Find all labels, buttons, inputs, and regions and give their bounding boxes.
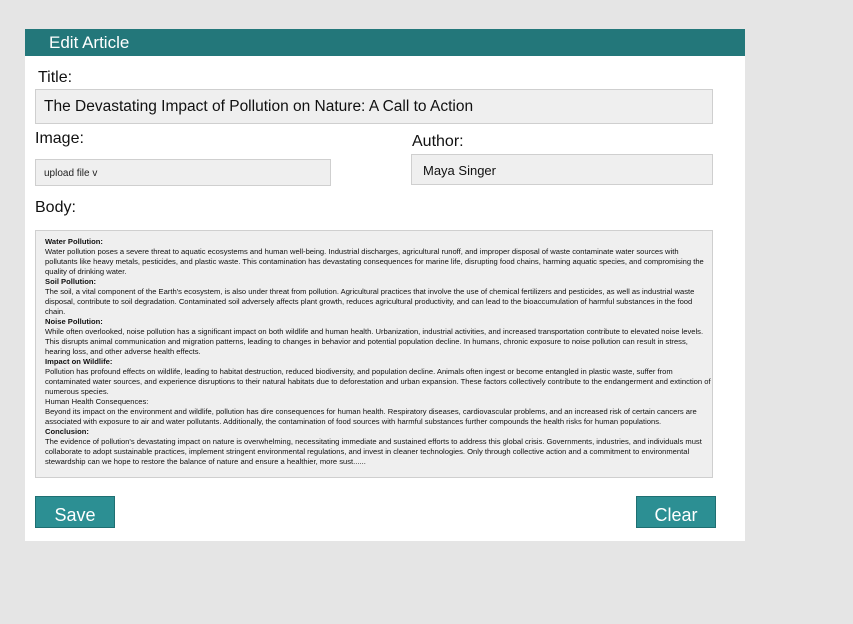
body-section-heading: Noise Pollution:: [45, 317, 103, 326]
author-input-value: Maya Singer: [423, 163, 496, 178]
body-section-text: The soil, a vital component of the Earth…: [45, 287, 695, 316]
title-input-value: The Devastating Impact of Pollution on N…: [44, 98, 474, 115]
image-upload-value: upload file v: [44, 168, 98, 179]
body-section-text: The evidence of pollution's devastating …: [45, 437, 702, 466]
panel-title: Edit Article: [49, 33, 130, 52]
author-input[interactable]: Maya Singer: [411, 154, 713, 185]
clear-button[interactable]: Clear: [636, 496, 716, 528]
image-label: Image:: [35, 130, 84, 147]
body-section-text: While often overlooked, noise pollution …: [45, 327, 704, 356]
body-section-text: Beyond its impact on the environment and…: [45, 407, 697, 426]
body-label: Body:: [35, 199, 76, 216]
author-label: Author:: [412, 133, 464, 150]
save-button-label: Save: [54, 505, 96, 525]
image-upload-select[interactable]: upload file v: [35, 159, 331, 186]
body-textarea[interactable]: Water Pollution: Water pollution poses a …: [35, 230, 713, 478]
clear-button-label: Clear: [654, 505, 698, 525]
body-section-text: Water pollution poses a severe threat to…: [45, 247, 704, 276]
title-label: Title:: [38, 69, 73, 86]
body-section-heading: Human Health Consequences:: [45, 397, 149, 406]
body-section-text: Pollution has profound effects on wildli…: [45, 367, 711, 396]
edit-article-panel: Edit Article Title: The Devastating Impa…: [25, 29, 745, 541]
panel-header: Edit Article: [25, 29, 745, 56]
body-section-heading: Conclusion:: [45, 427, 89, 436]
body-section-heading: Water Pollution:: [45, 237, 103, 246]
body-content: Water Pollution: Water pollution poses a …: [36, 231, 712, 467]
body-section-heading: Impact on Wildlife:: [45, 357, 113, 366]
body-section-heading: Soil Pollution:: [45, 277, 97, 286]
title-input[interactable]: The Devastating Impact of Pollution on N…: [35, 89, 713, 124]
save-button[interactable]: Save: [35, 496, 115, 528]
